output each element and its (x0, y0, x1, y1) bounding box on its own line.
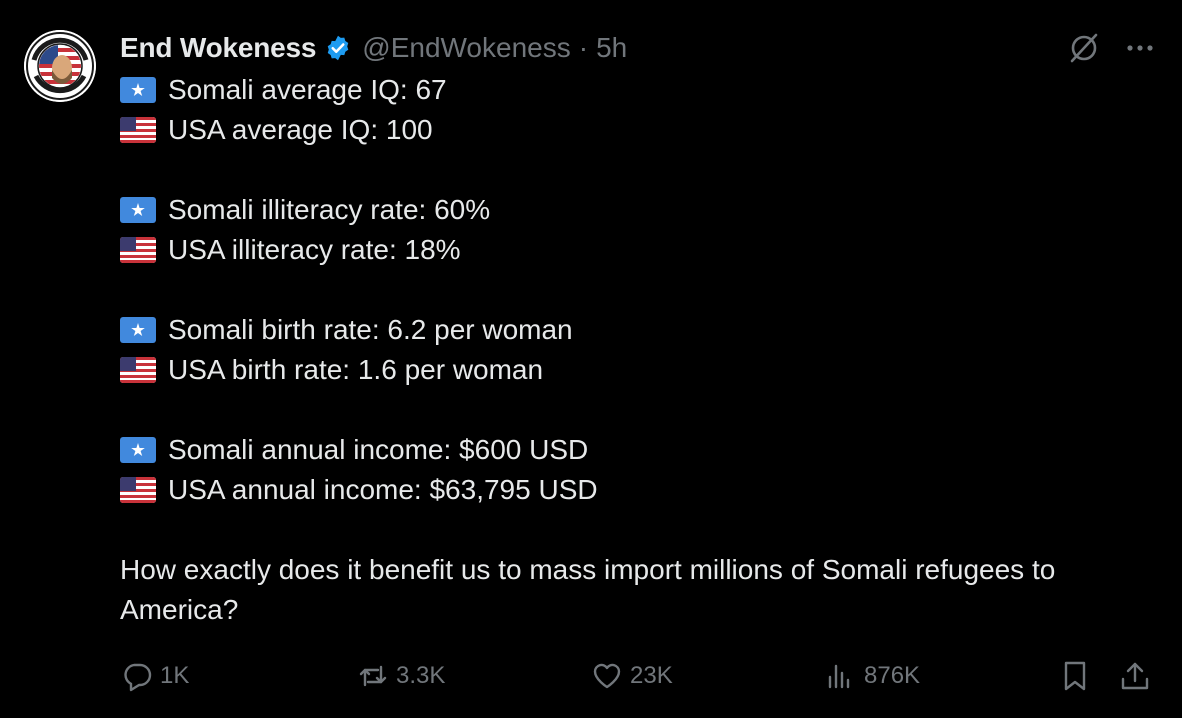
closing-question: How exactly does it benefit us to mass i… (120, 554, 1056, 625)
usa-flag-icon (120, 237, 156, 263)
stat-text: USA average IQ: 100 (168, 114, 433, 145)
repost-count: 3.3K (396, 662, 446, 689)
views-icon (824, 659, 858, 693)
stat-line-somalia-income: Somali annual income: $600 USD (120, 430, 1150, 470)
stat-text: USA annual income: $63,795 USD (168, 474, 598, 505)
somalia-flag-icon (120, 77, 156, 103)
timestamp[interactable]: 5h (596, 32, 627, 64)
stat-line-somalia-illiteracy: Somali illiteracy rate: 60% (120, 190, 1150, 230)
tweet-body: Somali average IQ: 67 USA average IQ: 10… (120, 70, 1150, 630)
stat-line-usa-birth: USA birth rate: 1.6 per woman (120, 350, 1150, 390)
stat-text: USA birth rate: 1.6 per woman (168, 354, 544, 385)
share-icon (1118, 659, 1152, 693)
like-count: 23K (630, 662, 673, 689)
stat-text: USA illiteracy rate: 18% (168, 234, 461, 265)
like-button[interactable]: 23K (590, 654, 673, 698)
stat-line-somalia-birth: Somali birth rate: 6.2 per woman (120, 310, 1150, 350)
usa-flag-icon (120, 357, 156, 383)
reply-button[interactable]: 1K (120, 654, 189, 698)
stat-line-usa-iq: USA average IQ: 100 (120, 110, 1150, 150)
views-count: 876K (864, 662, 921, 689)
display-name[interactable]: End Wokeness (120, 32, 316, 64)
more-options-icon[interactable] (1120, 28, 1160, 68)
reply-count: 1K (160, 662, 190, 689)
heart-icon (590, 659, 624, 693)
bookmark-button[interactable] (1058, 654, 1098, 698)
repost-icon (356, 659, 390, 693)
stat-text: Somali illiteracy rate: 60% (168, 194, 491, 225)
stat-text: Somali birth rate: 6.2 per woman (168, 314, 573, 345)
stat-text: Somali annual income: $600 USD (168, 434, 589, 465)
repost-button[interactable]: 3.3K (356, 654, 445, 698)
usa-flag-icon (120, 477, 156, 503)
somalia-flag-icon (120, 317, 156, 343)
stat-text: Somali average IQ: 67 (168, 74, 447, 105)
reply-icon (120, 659, 154, 693)
avatar-image (24, 30, 96, 102)
tweet-header: End Wokeness @EndWokeness · 5h (120, 28, 627, 68)
bookmark-icon (1058, 659, 1092, 693)
somalia-flag-icon (120, 437, 156, 463)
stat-line-usa-income: USA annual income: $63,795 USD (120, 470, 1150, 510)
stat-line-somalia-iq: Somali average IQ: 67 (120, 70, 1150, 110)
somalia-flag-icon (120, 197, 156, 223)
handle[interactable]: @EndWokeness (362, 32, 570, 64)
views-button[interactable]: 876K (824, 654, 920, 698)
grok-icon[interactable] (1064, 28, 1104, 68)
stat-line-usa-illiteracy: USA illiteracy rate: 18% (120, 230, 1150, 270)
usa-flag-icon (120, 117, 156, 143)
share-button[interactable] (1118, 654, 1158, 698)
verified-badge-icon (324, 34, 352, 62)
separator-dot: · (578, 32, 589, 63)
action-bar: 1K 3.3K 23K 876K (0, 654, 1182, 698)
avatar[interactable] (24, 30, 96, 102)
